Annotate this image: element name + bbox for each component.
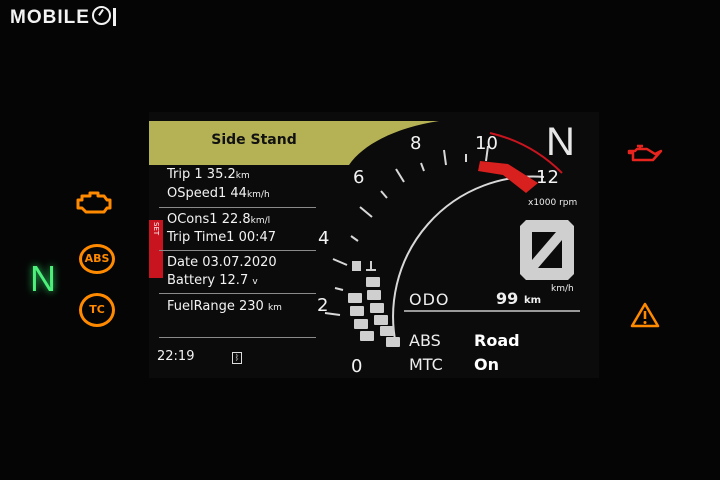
tacho-label-8: 8 (410, 133, 422, 154)
traction-control-icon: TC (79, 293, 115, 327)
battery-unit: v (252, 277, 258, 287)
tacho-label-12: 12 (536, 167, 559, 188)
ospeed-value: 44 (230, 186, 247, 201)
ospeed-label: OSpeed1 (167, 186, 227, 201)
logo-text: MOBILE (10, 7, 90, 28)
fuel-temp-icons (352, 261, 376, 271)
clock: 22:19 (157, 349, 195, 364)
mtc-mode-value: On (474, 355, 499, 374)
abs-mode-value: Road (474, 331, 520, 350)
logo-ring-icon (91, 6, 111, 25)
fuel-range-unit: km (267, 303, 282, 313)
abs-mode-label: ABS (409, 331, 441, 350)
trip1-label: Trip 1 (167, 167, 203, 182)
divider (159, 207, 316, 208)
trip1-value: 35.2 (206, 167, 236, 182)
odo-divider (404, 310, 580, 312)
odo-unit: km (524, 295, 542, 306)
speed-unit: km/h (551, 284, 574, 294)
tacho-label-4: 4 (318, 228, 330, 249)
mtc-mode-label: MTC (409, 355, 443, 374)
fuel-range-value: 230 (238, 299, 264, 314)
rpm-unit: x1000 rpm (528, 198, 578, 208)
speed-value (520, 220, 574, 280)
logo-bar-icon (112, 8, 116, 26)
odo-label: ODO (409, 290, 450, 309)
trip-time-value: 00:47 (238, 230, 277, 245)
general-warning-icon (630, 302, 660, 332)
oil-pressure-icon (627, 143, 663, 167)
ospeed-row: OSpeed1 44km/h (167, 186, 270, 201)
tacho-label-2: 2 (317, 295, 329, 316)
date-value: 03.07.2020 (202, 255, 277, 270)
battery-label: Battery (167, 273, 216, 288)
cons-unit: km/l (250, 216, 271, 226)
tc-warning-label: TC (89, 303, 105, 316)
ospeed-unit: km/h (246, 190, 270, 200)
set-tab-label: SET (152, 222, 160, 236)
abs-warning-label: ABS (84, 252, 110, 265)
tacho-label-0: 0 (351, 356, 363, 377)
cons-row: OCons1 22.8km/l (167, 212, 270, 227)
odo-value: 99 (496, 289, 519, 308)
neutral-indicator: N (30, 258, 56, 299)
date-row: Date 03.07.2020 (167, 255, 277, 270)
tacho-label-10: 10 (475, 133, 498, 154)
cons-label: OCons1 (167, 212, 218, 227)
gear-indicator: N (546, 120, 575, 164)
fuel-range-label: FuelRange (167, 299, 235, 314)
battery-row: Battery 12.7 v (167, 273, 258, 288)
check-engine-icon (76, 190, 112, 220)
trip1-unit: km (235, 171, 250, 181)
bluetooth-icon: ᛒ (232, 352, 242, 364)
set-tab[interactable]: SET (149, 220, 163, 278)
trip-time-row: Trip Time1 00:47 (167, 230, 276, 245)
trip-time-label: Trip Time1 (167, 230, 235, 245)
date-label: Date (167, 255, 199, 270)
abs-warning-icon: ABS (79, 244, 115, 274)
battery-value: 12.7 (219, 273, 249, 288)
divider (159, 250, 316, 251)
divider (159, 337, 316, 338)
mobile01-logo: MOBILE (10, 6, 116, 29)
trip1-row: Trip 1 35.2km (167, 167, 250, 182)
tacho-label-6: 6 (353, 167, 365, 188)
tacho-ticks (324, 145, 489, 316)
fuel-range-row: FuelRange 230 km (167, 299, 282, 314)
divider (159, 293, 316, 294)
cons-value: 22.8 (221, 212, 251, 227)
